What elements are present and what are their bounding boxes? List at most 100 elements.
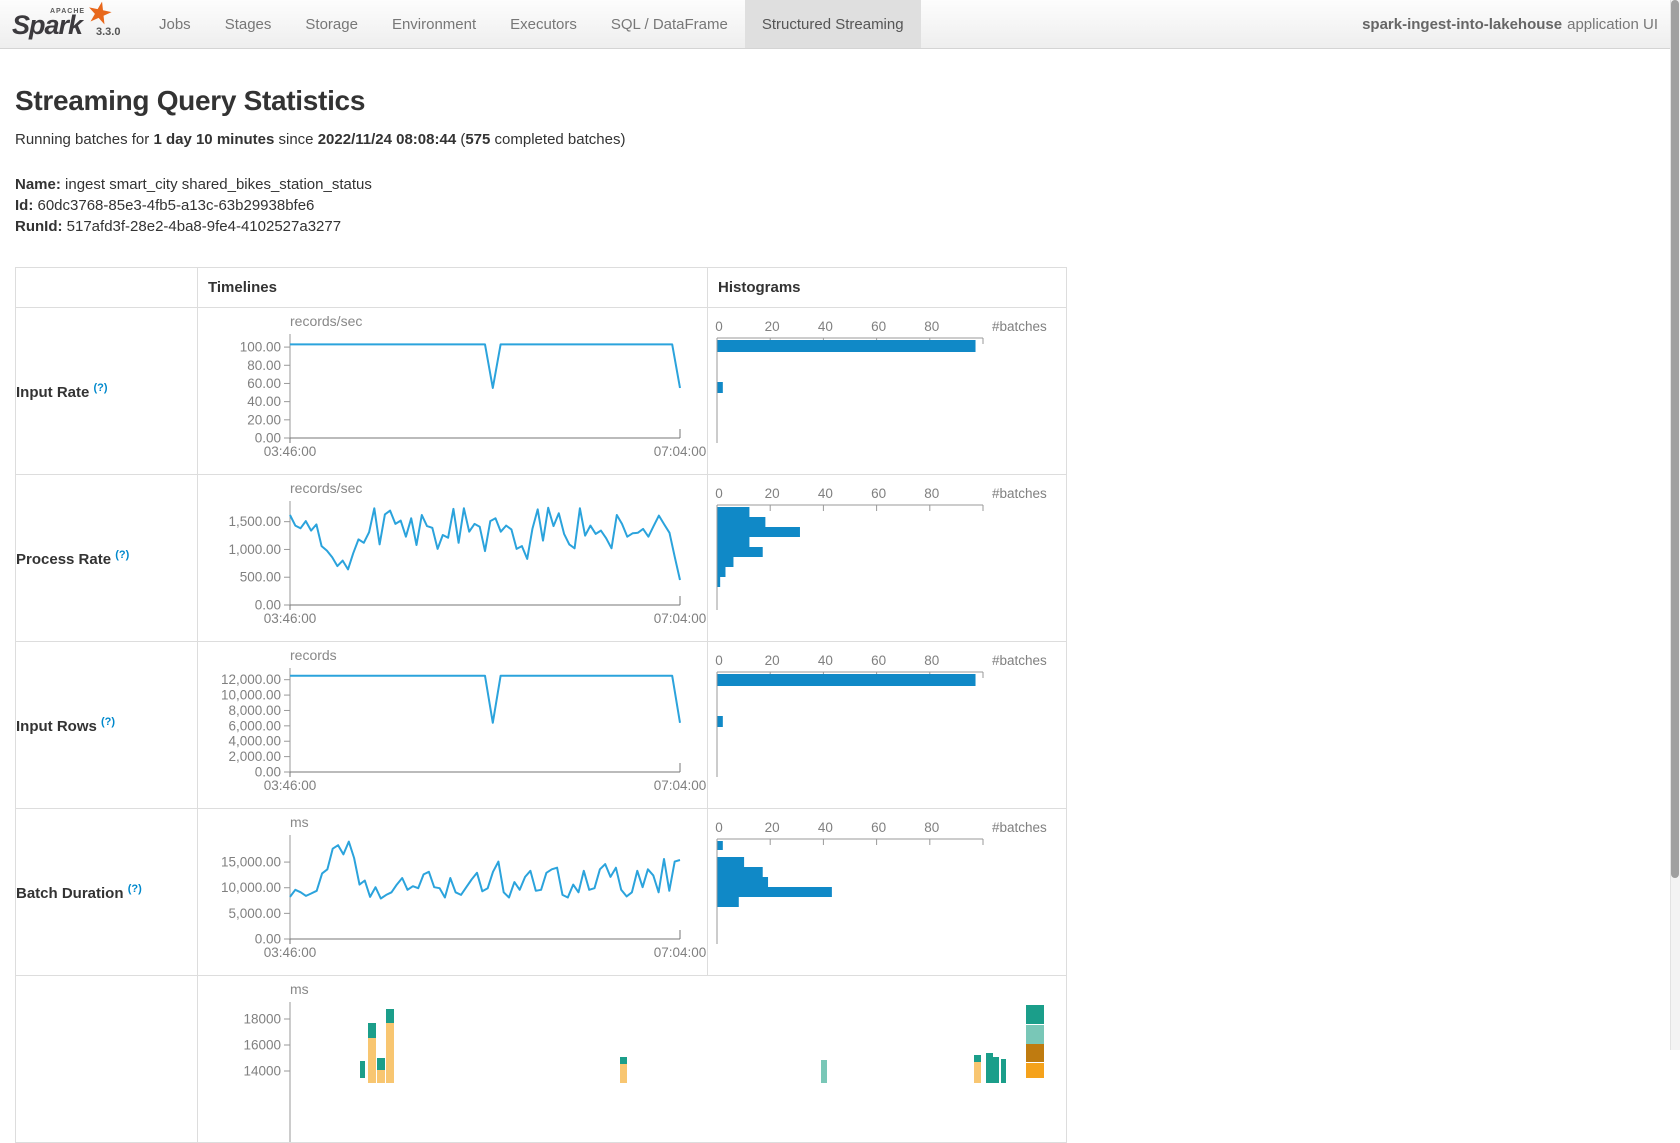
svg-text:1,500.00: 1,500.00 — [228, 514, 281, 529]
svg-text:records: records — [290, 647, 337, 663]
svg-text:07:04:00: 07:04:00 — [654, 444, 706, 459]
svg-text:80: 80 — [924, 319, 939, 334]
row-label-text: Input Rows — [16, 718, 97, 735]
svg-text:14000: 14000 — [243, 1064, 281, 1079]
main-content: Streaming Query Statistics Running batch… — [0, 85, 1680, 1143]
svg-text:records/sec: records/sec — [290, 313, 362, 329]
help-icon[interactable]: (?) — [94, 382, 108, 394]
application-name: spark-ingest-into-lakehouse — [1362, 16, 1562, 33]
histogram-chart-process-rate: 020406080#batches — [708, 475, 1067, 642]
help-icon[interactable]: (?) — [115, 549, 129, 561]
spark-logo-wordmark: Spark — [12, 10, 82, 41]
completed-batches-count: 575 — [465, 131, 490, 148]
application-title-suffix: application UI — [1567, 16, 1658, 33]
svg-text:18000: 18000 — [243, 1012, 281, 1027]
query-name-label: Name: — [15, 176, 61, 193]
row-label-input-rows: Input Rows (?) — [16, 642, 198, 809]
row-label-text: Input Rate — [16, 384, 89, 401]
svg-text:60.00: 60.00 — [247, 376, 281, 391]
help-icon[interactable]: (?) — [101, 716, 115, 728]
svg-text:10,000.00: 10,000.00 — [221, 688, 281, 703]
svg-text:records/sec: records/sec — [290, 480, 362, 496]
tab-environment[interactable]: Environment — [375, 0, 493, 48]
header-timelines: Timelines — [198, 268, 708, 308]
running-duration: 1 day 10 minutes — [153, 131, 274, 148]
svg-text:20: 20 — [765, 319, 780, 334]
query-id-value: 60dc3768-85e3-4fb5-a13c-63b29938bfe6 — [38, 197, 315, 214]
spark-logo[interactable]: APACHE Spark ★ 3.3.0 — [0, 0, 128, 48]
application-title: spark-ingest-into-lakehouse application … — [1362, 0, 1680, 48]
scrollbar-thumb[interactable] — [1671, 0, 1679, 878]
query-meta: Name: ingest smart_city shared_bikes_sta… — [15, 174, 1680, 237]
svg-text:8,000.00: 8,000.00 — [228, 703, 281, 718]
statistics-table: Timelines Histograms Input Rate (?) reco… — [15, 267, 1067, 1143]
timeline-chart-input-rate: records/sec0.0020.0040.0060.0080.00100.0… — [198, 308, 708, 475]
svg-text:40: 40 — [818, 486, 833, 501]
svg-text:03:46:00: 03:46:00 — [264, 444, 317, 459]
query-runid-row: RunId: 517afd3f-28e2-4ba8-9fe4-4102527a3… — [15, 216, 1680, 237]
spark-version: 3.3.0 — [96, 26, 120, 38]
svg-text:20.00: 20.00 — [247, 412, 281, 427]
tab-storage[interactable]: Storage — [288, 0, 375, 48]
tab-jobs[interactable]: Jobs — [142, 0, 208, 48]
timeline-chart-input-rows: records0.002,000.004,000.006,000.008,000… — [198, 642, 708, 809]
svg-text:80: 80 — [924, 653, 939, 668]
running-suffix: completed batches) — [495, 131, 626, 148]
svg-text:100.00: 100.00 — [240, 340, 281, 355]
scrollbar-track[interactable] — [1670, 0, 1680, 1050]
svg-text:80: 80 — [924, 820, 939, 835]
svg-text:ms: ms — [290, 981, 309, 997]
svg-text:6,000.00: 6,000.00 — [228, 718, 281, 733]
tab-structured-streaming[interactable]: Structured Streaming — [745, 0, 921, 48]
svg-text:15,000.00: 15,000.00 — [221, 855, 281, 870]
table-row-batch-duration: Batch Duration (?) ms0.005,000.0010,000.… — [16, 809, 1067, 976]
query-id-row: Id: 60dc3768-85e3-4fb5-a13c-63b29938bfe6 — [15, 195, 1680, 216]
svg-text:40.00: 40.00 — [247, 394, 281, 409]
table-header-row: Timelines Histograms — [16, 268, 1067, 308]
svg-text:0: 0 — [715, 653, 723, 668]
running-summary: Running batches for 1 day 10 minutes sin… — [15, 131, 1680, 148]
svg-text:60: 60 — [871, 319, 886, 334]
query-name-row: Name: ingest smart_city shared_bikes_sta… — [15, 174, 1680, 195]
row-label-batch-duration: Batch Duration (?) — [16, 809, 198, 976]
histogram-chart-batch-duration: 020406080#batches — [708, 809, 1067, 976]
svg-text:0: 0 — [715, 319, 723, 334]
table-row-input-rows: Input Rows (?) records0.002,000.004,000.… — [16, 642, 1067, 809]
table-row-input-rate: Input Rate (?) records/sec0.0020.0040.00… — [16, 308, 1067, 475]
tab-sql-dataframe[interactable]: SQL / DataFrame — [594, 0, 745, 48]
query-id-label: Id: — [15, 197, 33, 214]
row-label-process-rate: Process Rate (?) — [16, 475, 198, 642]
operation-duration-chart: ms180001600014000 — [198, 976, 1067, 1143]
svg-text:20: 20 — [765, 820, 780, 835]
svg-text:40: 40 — [818, 820, 833, 835]
tab-executors[interactable]: Executors — [493, 0, 594, 48]
svg-text:03:46:00: 03:46:00 — [264, 611, 317, 626]
header-histograms: Histograms — [708, 268, 1067, 308]
header-empty — [16, 268, 198, 308]
running-since: since — [279, 131, 314, 148]
row-label-text: Process Rate — [16, 551, 111, 568]
query-name-value: ingest smart_city shared_bikes_station_s… — [65, 176, 372, 193]
svg-text:80: 80 — [924, 486, 939, 501]
svg-text:40: 40 — [818, 653, 833, 668]
help-icon[interactable]: (?) — [128, 883, 142, 895]
svg-text:#batches: #batches — [992, 820, 1047, 835]
query-runid-value: 517afd3f-28e2-4ba8-9fe4-4102527a3277 — [67, 218, 341, 235]
svg-text:40: 40 — [818, 319, 833, 334]
svg-text:60: 60 — [871, 486, 886, 501]
svg-text:0: 0 — [715, 820, 723, 835]
svg-text:03:46:00: 03:46:00 — [264, 778, 317, 793]
svg-text:07:04:00: 07:04:00 — [654, 778, 706, 793]
svg-text:4,000.00: 4,000.00 — [228, 734, 281, 749]
row-label-text: Batch Duration — [16, 885, 124, 902]
query-runid-label: RunId: — [15, 218, 62, 235]
svg-text:20: 20 — [765, 653, 780, 668]
svg-text:60: 60 — [871, 653, 886, 668]
svg-text:ms: ms — [290, 814, 309, 830]
row-label-input-rate: Input Rate (?) — [16, 308, 198, 475]
tab-stages[interactable]: Stages — [208, 0, 289, 48]
svg-text:5,000.00: 5,000.00 — [228, 906, 281, 921]
svg-text:500.00: 500.00 — [240, 570, 281, 585]
svg-text:1,000.00: 1,000.00 — [228, 542, 281, 557]
navbar: APACHE Spark ★ 3.3.0 Jobs Stages Storage… — [0, 0, 1680, 49]
